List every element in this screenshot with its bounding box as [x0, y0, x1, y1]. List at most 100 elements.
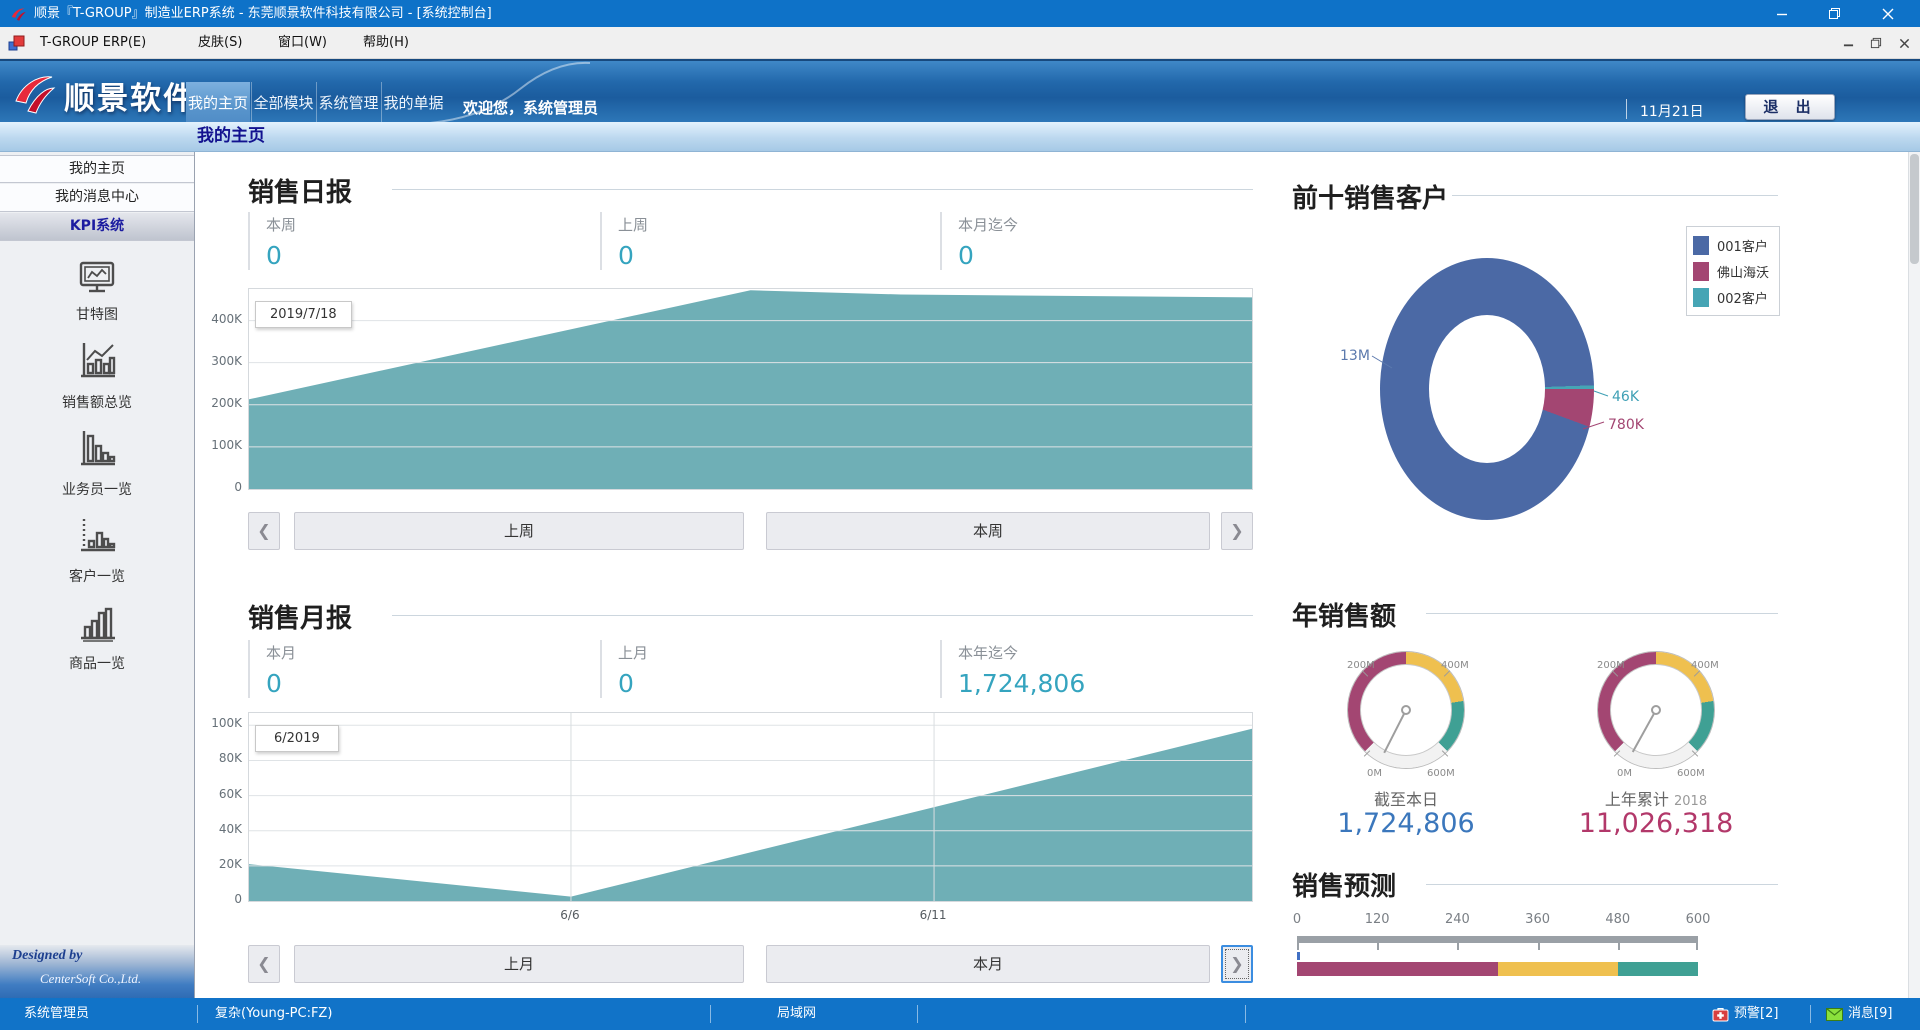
monthly-sales-area-chart: 6/2019: [248, 712, 1253, 902]
legend-swatch: [1693, 262, 1709, 281]
daily-title-line: [392, 189, 1253, 190]
window-title-bar: 顺景『T-GROUP』制造业ERP系统 - 东莞顺景软件科技有限公司 - [系统…: [0, 0, 1920, 27]
menu-item-tgroup-erp[interactable]: T-GROUP ERP(E): [34, 27, 152, 59]
sidebar-shortcut-customer-overview[interactable]: 客户一览: [0, 566, 194, 586]
menu-bar: T-GROUP ERP(E) 皮肤(S) 窗口(W) 帮助(H): [0, 27, 1920, 59]
y-tick-label: 80K: [198, 751, 242, 765]
forecast-ruler-tick: [1457, 943, 1459, 950]
sidebar-shortcut-sales-overview[interactable]: 销售额总览: [0, 392, 194, 412]
daily-prev-button[interactable]: 上周: [294, 512, 744, 550]
salesman-overview-icon[interactable]: [0, 426, 194, 474]
logout-button[interactable]: 退 出: [1745, 94, 1835, 120]
nav-date-separator: [1626, 99, 1627, 119]
y-tick-label: 300K: [198, 354, 242, 368]
gauge-axis-200m: 200M: [1347, 660, 1375, 671]
monthly-prev-arrow-button[interactable]: ❮: [248, 945, 280, 983]
window-restore-button[interactable]: [1808, 0, 1860, 27]
gauge-pivot: [1651, 705, 1661, 715]
daily-chart-tooltip: 2019/7/18: [255, 301, 352, 328]
product-overview-icon[interactable]: [0, 600, 194, 648]
nav-tab-system-admin[interactable]: 系统管理: [316, 82, 380, 124]
nav-tab-all-modules[interactable]: 全部模块: [251, 82, 315, 124]
legend-swatch: [1693, 288, 1709, 307]
forecast-stacked-bar: [1297, 962, 1698, 976]
sidebar-shortcut-customer-salesman[interactable]: 业务员一览: [0, 479, 194, 499]
vertical-scrollbar[interactable]: [1908, 152, 1920, 998]
forecast-marker: [1297, 952, 1300, 960]
forecast-segment: [1498, 962, 1618, 976]
forecast-segment: [1618, 962, 1698, 976]
gauge-value-last-year: 11,026,318: [1556, 808, 1756, 839]
donut-legend: 001客户佛山海沃002客户: [1686, 226, 1780, 316]
forecast-ruler: [1297, 936, 1698, 943]
stat-label: 本月迄今: [958, 214, 1240, 235]
nav-tab-my-documents[interactable]: 我的单据: [381, 82, 445, 124]
y-tick-label: 20K: [198, 857, 242, 871]
menu-item-skin[interactable]: 皮肤(S): [192, 27, 248, 59]
sidebar-item-my-home[interactable]: 我的主页: [0, 155, 194, 183]
window-minimize-button[interactable]: [1756, 0, 1808, 27]
monthly-next-arrow-button[interactable]: ❯: [1221, 945, 1253, 983]
legend-item[interactable]: 佛山海沃: [1693, 258, 1773, 284]
gauge-axis-200m: 200M: [1597, 660, 1625, 671]
stat-month-to-date: 本月迄今 0: [940, 212, 1240, 270]
mdi-restore-button[interactable]: [1864, 31, 1888, 55]
sidebar-shortcut-gantt[interactable]: 甘特图: [0, 304, 194, 324]
sales-overview-icon[interactable]: [0, 338, 194, 386]
monthly-next-button[interactable]: 本月: [766, 945, 1210, 983]
mdi-minimize-button[interactable]: [1836, 31, 1860, 55]
customer-overview-icon[interactable]: [0, 512, 194, 560]
stat-label: 上周: [618, 214, 900, 235]
window-close-button[interactable]: [1862, 0, 1914, 27]
gauge-year: 2018: [1674, 794, 1707, 809]
forecast-ruler-tick: [1618, 943, 1620, 950]
status-alerts[interactable]: 预警[2]: [1734, 998, 1778, 1030]
status-network: 局域网: [777, 998, 816, 1030]
stat-value: 0: [266, 669, 548, 698]
sidebar-shortcut-product-overview[interactable]: 商品一览: [0, 653, 194, 673]
forecast-title-line: [1426, 884, 1778, 885]
daily-next-arrow-button[interactable]: ❯: [1221, 512, 1253, 550]
designed-by-text: Designed by: [12, 948, 82, 964]
nav-tab-my-home[interactable]: 我的主页: [186, 82, 250, 124]
monthly-sales-title: 销售月报: [248, 598, 352, 635]
mdi-child-icon: [8, 35, 26, 52]
x-tick-label: 6/6: [540, 908, 600, 922]
gantt-monitor-icon[interactable]: [0, 256, 194, 304]
gauge-value-today: 1,724,806: [1306, 808, 1506, 839]
sidebar-item-kpi-system[interactable]: KPI系统: [0, 213, 194, 241]
stat-value: 0: [618, 241, 900, 270]
sidebar-item-message-center[interactable]: 我的消息中心: [0, 184, 194, 212]
y-tick-label: 60K: [198, 787, 242, 801]
scrollbar-thumb[interactable]: [1910, 154, 1919, 264]
status-messages[interactable]: 消息[9]: [1848, 998, 1892, 1030]
app-logo-icon: [9, 5, 26, 22]
status-bar: 系统管理员 复杂(Young-PC:FZ) 局域网 预警[2] 消息[9]: [0, 998, 1920, 1030]
monthly-prev-button[interactable]: 上月: [294, 945, 744, 983]
donut-label-780k: 780K: [1608, 417, 1644, 433]
forecast-scale-label: 120: [1347, 912, 1407, 927]
forecast-ruler-tick: [1377, 943, 1379, 950]
legend-swatch: [1693, 236, 1709, 255]
menu-item-window[interactable]: 窗口(W): [272, 27, 333, 59]
y-tick-label: 0: [198, 892, 242, 906]
legend-label: 001客户: [1717, 236, 1768, 255]
forecast-ruler-tick: [1696, 943, 1698, 950]
forecast-ruler-tick: [1297, 943, 1299, 950]
legend-item[interactable]: 002客户: [1693, 284, 1773, 310]
gauge-pivot: [1401, 705, 1411, 715]
legend-item[interactable]: 001客户: [1693, 232, 1773, 258]
daily-sales-area-chart: 2019/7/18: [248, 288, 1253, 490]
sidebar: 我的主页 我的消息中心 KPI系统 甘特图 销售额总览 业务员一览: [0, 152, 195, 998]
forecast-scale-label: 0: [1267, 912, 1327, 927]
y-tick-label: 40K: [198, 822, 242, 836]
y-tick-label: 0: [198, 480, 242, 494]
daily-next-button[interactable]: 本周: [766, 512, 1210, 550]
gauge-axis-600m: 600M: [1677, 768, 1705, 779]
daily-sales-title: 销售日报: [248, 172, 352, 209]
daily-prev-arrow-button[interactable]: ❮: [248, 512, 280, 550]
menu-item-help[interactable]: 帮助(H): [357, 27, 415, 59]
mdi-close-button[interactable]: [1892, 31, 1916, 55]
chevron-left-icon: ❮: [257, 954, 270, 973]
donut-label-46k: 46K: [1612, 389, 1639, 405]
